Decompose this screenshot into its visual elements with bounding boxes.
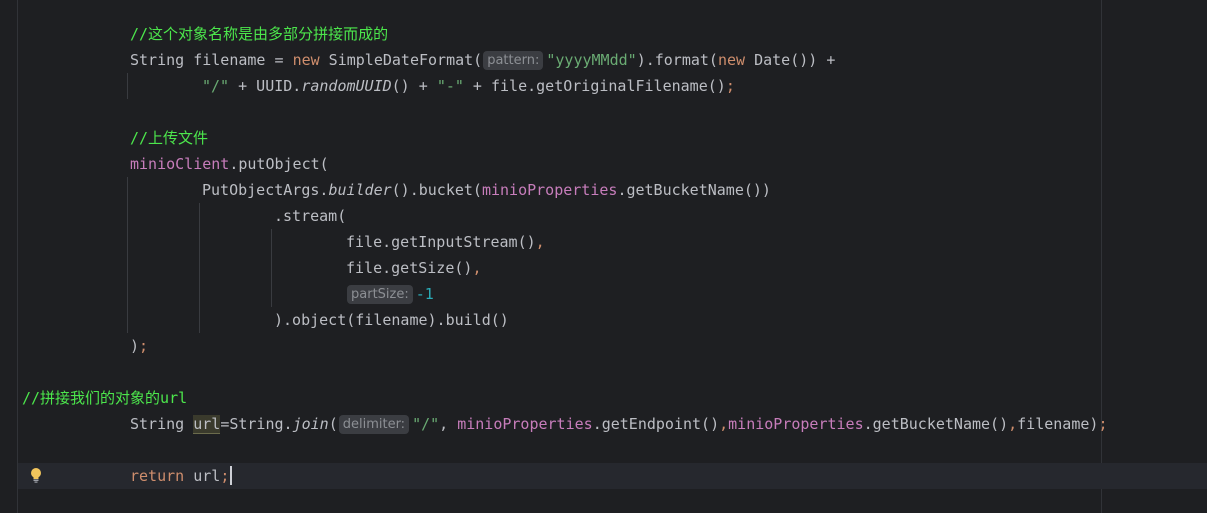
indent-guide xyxy=(127,177,128,333)
code-line: ); xyxy=(130,337,149,355)
code-line: String url=String.join(delimiter: "/", mi… xyxy=(130,415,1108,434)
comment: //这个对象名称是由多部分拼接而成的 xyxy=(130,25,389,43)
number-literal: -1 xyxy=(415,285,434,303)
code-line: String filename = new SimpleDateFormat(p… xyxy=(130,51,836,70)
code-line: minioClient.putObject( xyxy=(130,155,329,173)
field-reference: minioProperties xyxy=(457,415,593,433)
field-reference: minioProperties xyxy=(481,181,618,199)
indent-guide xyxy=(199,203,200,333)
code-line: .stream( xyxy=(274,207,347,225)
text-caret xyxy=(230,466,233,485)
string-literal: "/" xyxy=(202,77,230,95)
comment: //上传文件 xyxy=(130,129,209,147)
string-literal: "yyyyMMdd" xyxy=(546,51,637,69)
keyword: return xyxy=(130,467,185,485)
parameter-hint: pattern: xyxy=(483,51,544,70)
code-line: //这个对象名称是由多部分拼接而成的 xyxy=(130,21,388,47)
indent-guide xyxy=(127,73,128,99)
code-line: file.getInputStream(), xyxy=(346,233,545,251)
highlighted-identifier: url xyxy=(193,415,221,434)
code-line: "/" + UUID.randomUUID() + "-" + file.get… xyxy=(202,77,735,95)
lightbulb-icon[interactable] xyxy=(28,466,44,484)
code-line: //上传文件 xyxy=(130,125,208,151)
code-line: PutObjectArgs.builder().bucket(minioProp… xyxy=(202,181,771,199)
indent-guide xyxy=(271,229,272,307)
code-line: ).object(filename).build() xyxy=(274,311,509,329)
comment: //拼接我们的对象的url xyxy=(22,389,188,407)
code-line: partSize: -1 xyxy=(346,281,434,307)
code-line: //拼接我们的对象的url xyxy=(22,385,187,411)
string-literal: "/" xyxy=(412,415,440,433)
field-reference: minioProperties xyxy=(728,415,864,433)
keyword: new xyxy=(292,51,320,69)
parameter-hint: delimiter: xyxy=(338,415,410,434)
string-literal: "-" xyxy=(436,77,464,95)
keyword: new xyxy=(717,51,746,69)
gutter-divider xyxy=(17,0,18,513)
parameter-hint: partSize: xyxy=(347,285,413,304)
field-reference: minioClient xyxy=(130,155,230,173)
code-line: file.getSize(), xyxy=(346,259,482,277)
code-line: return url; xyxy=(130,463,233,489)
